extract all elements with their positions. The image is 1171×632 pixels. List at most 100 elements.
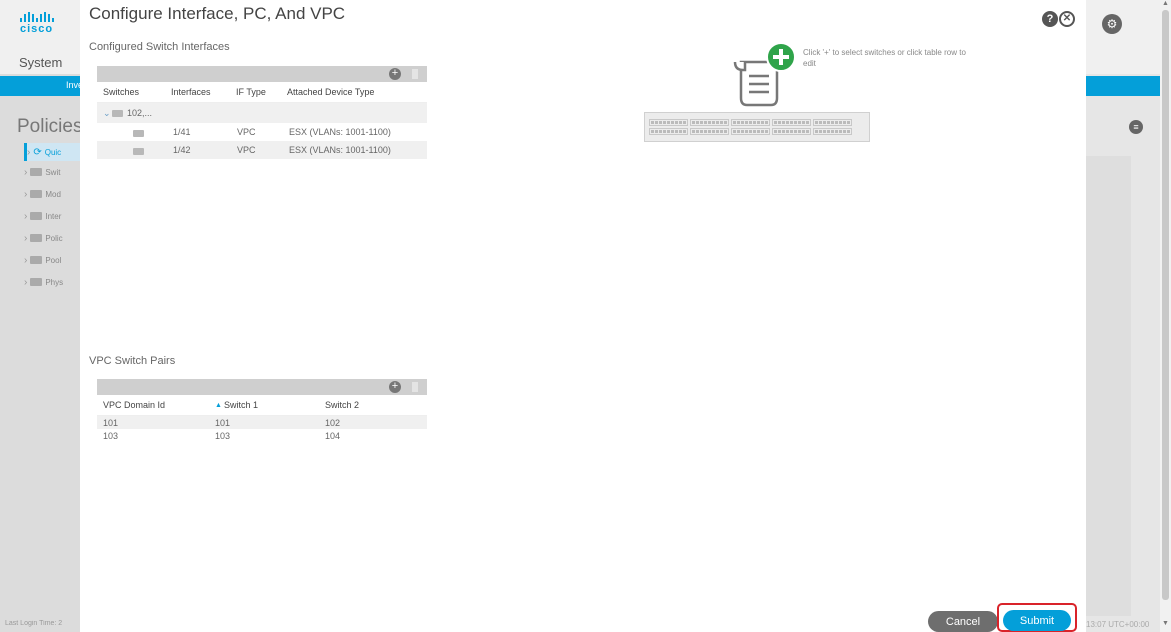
folder-icon	[30, 234, 43, 242]
device-type-cell: ESX (VLANs: 1001-1100)	[289, 145, 391, 155]
vpc-domain-cell: 103	[103, 430, 119, 441]
nav-item-pools[interactable]: › Pool	[24, 251, 80, 269]
interface-cell: 1/41	[173, 127, 191, 137]
table-row[interactable]: 101 101 102	[97, 416, 427, 429]
scroll-up-arrow-icon[interactable]: ▲	[1162, 0, 1169, 7]
vpc-table-toolbar: +	[97, 379, 427, 395]
nav-item-label: Phys	[45, 277, 64, 287]
column-header[interactable]: Interfaces	[171, 87, 211, 97]
cisco-logo: cisco	[20, 12, 70, 35]
configured-interfaces-label: Configured Switch Interfaces	[89, 41, 230, 53]
switch-port-diagram[interactable]	[644, 112, 870, 142]
diagram-hint-text: Click '+' to select switches or click ta…	[803, 48, 966, 68]
switch2-cell: 104	[325, 430, 341, 441]
list-menu-icon[interactable]: ≡	[1129, 120, 1143, 134]
nav-item-label: Inter	[45, 211, 62, 221]
page-scrollbar[interactable]: ▲ ▼	[1160, 0, 1171, 632]
nav-item-physical[interactable]: › Phys	[24, 273, 80, 291]
folder-icon	[133, 129, 144, 139]
interface-cell: 1/42	[173, 145, 191, 155]
background-header: cisco System	[0, 0, 80, 74]
help-icon[interactable]: ?	[1042, 11, 1058, 27]
background-right-header: ⚙	[1086, 0, 1161, 74]
delete-trash-icon[interactable]	[412, 382, 418, 392]
column-header[interactable]: Switch 2	[325, 400, 359, 410]
chevron-right-icon: ›	[24, 276, 28, 288]
scroll-down-arrow-icon[interactable]: ▼	[1162, 620, 1169, 627]
nav-item-label: Pool	[45, 255, 62, 265]
nav-item-policies[interactable]: › Polic	[24, 229, 80, 247]
switch1-cell: 101	[215, 417, 231, 428]
cisco-logo-bars-icon	[20, 12, 70, 22]
table-row[interactable]: 103 103 104	[97, 429, 427, 442]
folder-icon	[30, 256, 43, 264]
nav-item-switches[interactable]: › Swit	[24, 163, 80, 181]
interfaces-table-toolbar: +	[97, 66, 427, 82]
column-header[interactable]: IF Type	[236, 87, 266, 97]
chevron-right-icon: ›	[24, 232, 28, 244]
gear-icon[interactable]: ⚙	[1102, 14, 1122, 34]
folder-icon	[30, 190, 43, 198]
nav-item-label: Polic	[45, 233, 63, 243]
background-right-tab-bar	[1086, 76, 1161, 96]
if-type-cell: VPC	[237, 127, 256, 137]
table-row[interactable]: 1/42 VPC ESX (VLANs: 1001-1100)	[97, 141, 427, 159]
switch1-cell: 103	[215, 430, 231, 441]
if-type-cell: VPC	[237, 145, 256, 155]
chevron-down-icon[interactable]: ⌄	[103, 108, 111, 119]
background-tab-bar: Inve	[0, 76, 83, 96]
add-interface-plus-icon[interactable]: +	[389, 68, 401, 80]
close-icon[interactable]: ✕	[1059, 11, 1075, 27]
nav-item-label: Quic	[44, 147, 62, 157]
nav-item-label: Swit	[45, 167, 61, 177]
column-header[interactable]: Attached Device Type	[287, 87, 374, 97]
folder-icon	[133, 147, 144, 157]
background-sidebar: cisco System Inve Policies › ⟳ Quic › Sw…	[0, 0, 83, 632]
port-row-top	[649, 119, 869, 126]
clock-text: 13:07 UTC+00:00	[1086, 620, 1150, 629]
delete-trash-icon[interactable]	[412, 69, 418, 79]
port-row-bottom	[649, 128, 869, 135]
sort-ascending-icon[interactable]: ▲	[215, 402, 222, 409]
vpc-pairs-label: VPC Switch Pairs	[89, 355, 176, 367]
scrollbar-thumb[interactable]	[1162, 10, 1169, 600]
submit-highlight: Submit	[997, 603, 1077, 632]
nav-item-interfaces[interactable]: › Inter	[24, 207, 80, 225]
add-switch-plus-icon[interactable]	[766, 42, 796, 72]
vpc-domain-cell: 101	[103, 417, 119, 428]
folder-icon	[30, 278, 43, 286]
nav-item-modules[interactable]: › Mod	[24, 185, 80, 203]
column-header[interactable]: Switch 1	[224, 400, 258, 410]
nav-item-quick-start[interactable]: › ⟳ Quic	[24, 143, 83, 161]
chevron-right-icon: ›	[24, 254, 28, 266]
table-row[interactable]: 1/41 VPC ESX (VLANs: 1001-1100)	[97, 123, 427, 141]
dialog-title: Configure Interface, PC, And VPC	[89, 4, 346, 23]
last-login-text: Last Login Time: 2	[5, 620, 63, 627]
device-type-cell: ESX (VLANs: 1001-1100)	[289, 127, 391, 137]
chevron-right-icon: ›	[24, 210, 28, 222]
switch2-cell: 102	[325, 417, 341, 428]
background-right-content	[1086, 156, 1131, 616]
column-header[interactable]: Switches	[103, 87, 139, 97]
chevron-right-icon: ›	[27, 146, 31, 158]
cisco-logo-text: cisco	[20, 23, 54, 35]
cancel-button[interactable]: Cancel	[928, 611, 998, 632]
folder-icon	[112, 109, 123, 119]
vpc-pairs-table: + VPC Domain Id ▲ Switch 1 Switch 2 101 …	[97, 379, 427, 442]
table-group-row[interactable]: ⌄ 102,...	[97, 103, 427, 123]
add-vpc-pair-plus-icon[interactable]: +	[389, 381, 401, 393]
table-header-row: Switches Interfaces IF Type Attached Dev…	[97, 82, 427, 103]
submit-button[interactable]: Submit	[1003, 610, 1071, 631]
configure-interface-dialog: Configure Interface, PC, And VPC ? ✕ Con…	[80, 0, 1086, 632]
chevron-right-icon: ›	[24, 166, 28, 178]
quick-start-icon: ⟳	[33, 146, 42, 158]
background-right-panel: ⚙ ≡ 13:07 UTC+00:00	[1086, 0, 1171, 632]
policies-heading: Policies	[17, 116, 83, 137]
interfaces-table: + Switches Interfaces IF Type Attached D…	[97, 66, 427, 159]
system-menu[interactable]: System	[19, 55, 62, 70]
column-header[interactable]: VPC Domain Id	[103, 400, 165, 410]
nav-item-label: Mod	[45, 189, 61, 199]
chevron-right-icon: ›	[24, 188, 28, 200]
switch-group-label: 102,...	[127, 108, 153, 118]
table-header-row: VPC Domain Id ▲ Switch 1 Switch 2	[97, 395, 427, 416]
